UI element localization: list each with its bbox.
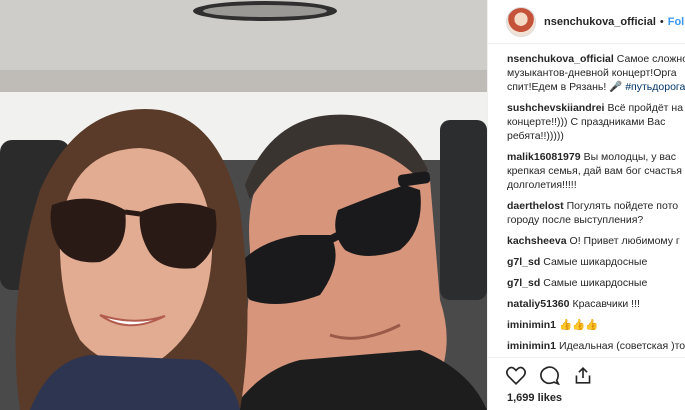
comment: nataliy51360 Красавчики !!!: [507, 297, 685, 311]
heart-icon[interactable]: [506, 366, 526, 385]
comment: g7l_sd Самые шикардосные: [507, 255, 685, 269]
caption-text: Самое сложно: [616, 53, 685, 65]
comment-text: ребята!!))))): [507, 130, 564, 142]
follow-button[interactable]: Follo: [668, 16, 685, 28]
post-username[interactable]: nsenchukova_official: [544, 16, 656, 28]
comment-username[interactable]: iminimin1: [507, 340, 556, 352]
comment-text: Самые шикардосные: [543, 256, 648, 268]
comment-text: городу после выступления?: [507, 214, 644, 226]
comment-text: Самые шикардосные: [543, 277, 648, 289]
comment-username[interactable]: daerthelost: [507, 200, 564, 212]
selfie-photo: [0, 0, 487, 410]
comment-text: 👍👍👍: [559, 319, 599, 331]
comment-text: Вы молодцы, у вас: [583, 151, 676, 163]
likes-count[interactable]: 1,699 likes: [507, 392, 562, 404]
comment: iminimin1 Идеальная (советская )то: [507, 339, 685, 353]
comment-username[interactable]: g7l_sd: [507, 256, 540, 268]
action-bar: [506, 366, 592, 385]
comment-text: Идеальная (советская )то: [559, 340, 685, 352]
comment-text: Всё пройдёт на: [607, 102, 684, 114]
comment-text: О! Привет любимому г: [569, 235, 680, 247]
post-header: nsenchukova_official • Follo: [488, 0, 685, 44]
comment: kachsheeva О! Привет любимому г: [507, 234, 685, 248]
comment: g7l_sd Самые шикардосные: [507, 276, 685, 290]
post-photo: [0, 0, 487, 410]
caption: nsenchukova_official Самое сложно музыкан…: [507, 52, 685, 94]
comments-list: nsenchukova_official Самое сложно музыкан…: [488, 44, 685, 353]
comment-icon[interactable]: [540, 366, 560, 385]
comment-username[interactable]: sushchevskiiandrei: [507, 102, 604, 114]
post-sidebar: nsenchukova_official • Follo nsenchukova…: [487, 0, 685, 410]
comment-username[interactable]: malik16081979: [507, 151, 581, 163]
caption-text: спит!Едем в Рязань! 🎤: [507, 81, 626, 93]
comment-username[interactable]: nataliy51360: [507, 298, 569, 310]
comment-username[interactable]: kachsheeva: [507, 235, 567, 247]
comment-text: Красавчики !!!: [572, 298, 640, 310]
comment-text: Погулять пойдете пото: [566, 200, 679, 212]
caption-username[interactable]: nsenchukova_official: [507, 53, 614, 65]
comment: iminimin1 👍👍👍: [507, 318, 685, 332]
comment-username[interactable]: g7l_sd: [507, 277, 540, 289]
comment-username[interactable]: iminimin1: [507, 319, 556, 331]
comment-text: долголетия!!!!!: [507, 179, 577, 191]
share-icon[interactable]: [574, 366, 592, 385]
comment: daerthelost Погулять пойдете пото городу п…: [507, 199, 685, 227]
divider: [488, 357, 685, 358]
avatar[interactable]: [506, 6, 536, 37]
separator-dot: •: [659, 15, 664, 28]
comment-text: концерте!!))) С праздниками Вас: [507, 116, 666, 128]
comment-text: крепкая семья, дай вам бог счастья: [507, 165, 682, 177]
hashtag-link[interactable]: #путьдорога: [625, 81, 685, 93]
comment: malik16081979 Вы молодцы, у вас крепкая се…: [507, 150, 685, 192]
comment: sushchevskiiandrei Всё пройдёт на концерте…: [507, 101, 685, 143]
caption-text: музыкантов-дневной концерт!Орга: [507, 67, 677, 79]
